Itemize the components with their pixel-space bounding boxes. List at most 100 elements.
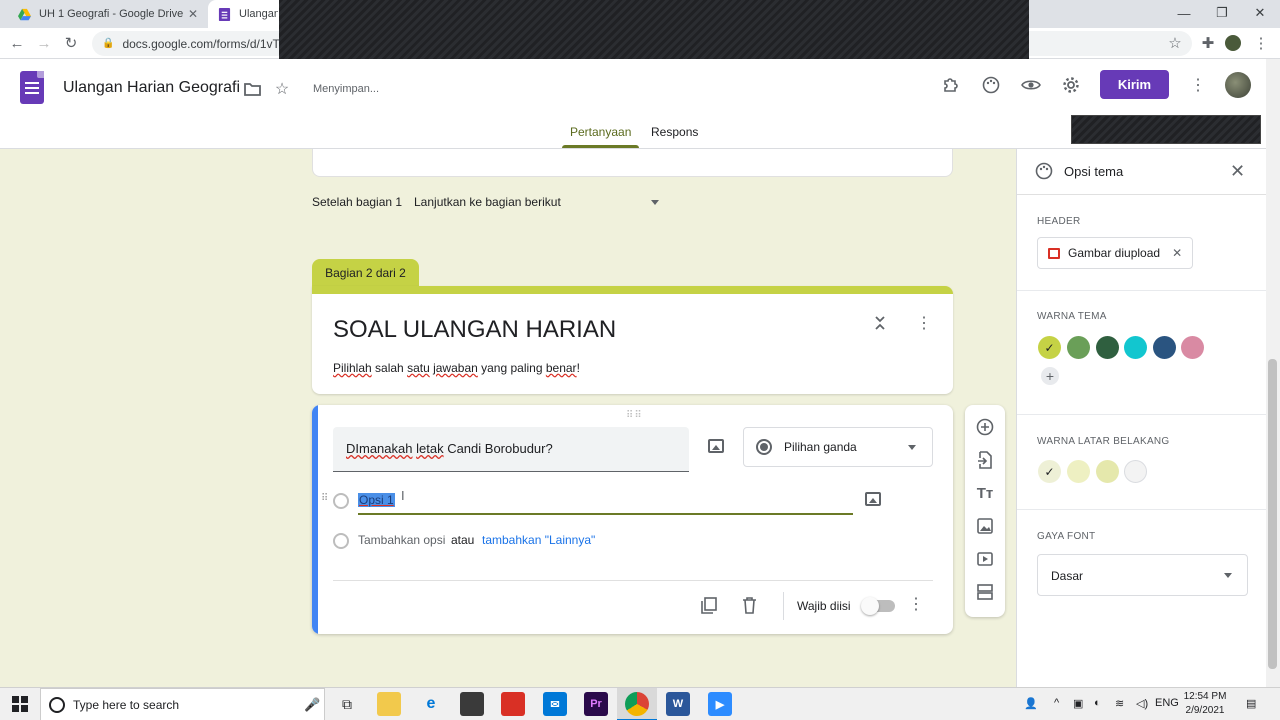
browser-tab-forms[interactable]: Ulangan H	[208, 0, 288, 28]
more-options-icon[interactable]: ⋮	[1187, 74, 1209, 96]
required-toggle[interactable]	[861, 597, 895, 615]
header-image-chip[interactable]: Gambar diupload ✕	[1037, 237, 1194, 269]
palette-icon[interactable]	[980, 74, 1002, 96]
theme-color-swatch-selected[interactable]: ✓	[1038, 336, 1061, 359]
account-avatar[interactable]	[1225, 72, 1251, 98]
tray-app-icon[interactable]: ▣	[1073, 697, 1083, 710]
theme-color-label: WARNA TEMA	[1037, 311, 1107, 322]
scrollbar-thumb[interactable]	[1268, 359, 1277, 669]
option-drag-handle-icon[interactable]: ⠿	[321, 493, 328, 504]
theme-color-swatch[interactable]	[1181, 336, 1204, 359]
preview-eye-icon[interactable]	[1020, 74, 1042, 96]
add-custom-color-icon[interactable]: +	[1041, 367, 1059, 385]
forward-icon[interactable]: →	[35, 34, 53, 52]
addons-puzzle-icon[interactable]	[940, 74, 962, 96]
add-option-link[interactable]: Tambahkan opsi	[358, 533, 445, 547]
minimize-icon[interactable]: —	[1165, 0, 1203, 26]
tray-chevron-icon[interactable]: ^	[1054, 697, 1059, 709]
section-header-card[interactable]: SOAL ULANGAN HARIAN Pilihlah salah satu …	[312, 286, 953, 394]
theme-color-swatch[interactable]	[1096, 336, 1119, 359]
word-icon[interactable]: W	[666, 692, 690, 716]
theme-color-swatch[interactable]	[1124, 336, 1147, 359]
tab-responses[interactable]: Respons	[651, 125, 698, 139]
remove-header-icon[interactable]: ✕	[1172, 246, 1182, 260]
dropdown-arrow-icon[interactable]	[651, 200, 659, 205]
divider	[1017, 414, 1267, 415]
chrome-menu-icon[interactable]: ⋮	[1252, 34, 1270, 52]
system-clock[interactable]: 12:54 PM 2/9/2021	[1180, 690, 1230, 718]
after-section-select[interactable]: Lanjutkan ke bagian berikut	[414, 195, 561, 209]
bookmark-star-icon[interactable]: ☆	[1166, 34, 1184, 52]
question-card[interactable]: ⠿⠿ DImanakah letak Candi Borobudur? Pili…	[312, 405, 953, 634]
theme-color-swatch[interactable]	[1153, 336, 1176, 359]
profile-avatar[interactable]	[1225, 35, 1241, 51]
cortana-icon	[49, 697, 65, 713]
bg-color-swatch[interactable]	[1096, 460, 1119, 483]
question-title-input[interactable]: DImanakah letak Candi Borobudur?	[333, 427, 689, 472]
send-button[interactable]: Kirim	[1100, 70, 1169, 99]
store-icon[interactable]	[460, 692, 484, 716]
chrome-icon[interactable]	[625, 692, 649, 716]
taskbar-search[interactable]: Type here to search 🎤	[40, 688, 325, 720]
notifications-icon[interactable]: ▤	[1246, 697, 1256, 710]
question-more-icon[interactable]: ⋮	[908, 597, 924, 613]
delete-trash-icon[interactable]	[742, 597, 757, 619]
folder-icon[interactable]	[241, 78, 263, 100]
add-question-icon[interactable]	[975, 417, 995, 437]
maximize-icon[interactable]: ❐	[1203, 0, 1241, 26]
theme-color-swatch[interactable]	[1067, 336, 1090, 359]
add-image-icon[interactable]	[708, 439, 724, 453]
section-description[interactable]: Pilihlah salah satu jawaban yang paling …	[333, 361, 580, 375]
collapse-icon[interactable]	[875, 316, 885, 333]
option-image-icon[interactable]	[865, 492, 881, 506]
close-panel-icon[interactable]: ✕	[1230, 161, 1245, 182]
duplicate-icon[interactable]	[701, 597, 717, 619]
search-placeholder: Type here to search	[73, 697, 180, 712]
premiere-icon[interactable]: Pr	[584, 692, 608, 716]
microphone-icon[interactable]: 🎤	[304, 697, 320, 713]
wifi-icon[interactable]: ≋	[1115, 697, 1124, 710]
tab-questions[interactable]: Pertanyaan	[570, 125, 631, 139]
browser-tab-drive[interactable]: UH 1 Geografi - Google Drive ✕	[8, 0, 208, 28]
star-icon[interactable]: ☆	[271, 78, 293, 100]
windows-taskbar: Type here to search 🎤 ⧉ e ✉ Pr W ▶ 👤 ^ ▣…	[0, 687, 1280, 720]
close-tab-icon[interactable]: ✕	[188, 7, 198, 21]
page-scrollbar[interactable]	[1266, 59, 1280, 687]
section-title[interactable]: SOAL ULANGAN HARIAN	[333, 316, 616, 344]
gift-app-icon[interactable]	[501, 692, 525, 716]
tray-app-icon[interactable]: ◐	[1094, 697, 1101, 709]
add-video-icon[interactable]	[975, 549, 995, 569]
question-type-select[interactable]: Pilihan ganda	[743, 427, 933, 467]
back-icon[interactable]: ←	[8, 34, 26, 52]
font-style-select[interactable]: Dasar	[1037, 554, 1248, 596]
desc-word: !	[576, 361, 580, 375]
form-title[interactable]: Ulangan Harian Geografi	[63, 79, 240, 97]
option-1-input[interactable]	[358, 489, 853, 515]
add-other-link[interactable]: tambahkan "Lainnya"	[482, 533, 595, 547]
task-view-icon[interactable]: ⧉	[335, 692, 359, 716]
add-title-text-icon[interactable]: Tт	[975, 483, 995, 503]
section-more-icon[interactable]: ⋮	[916, 316, 932, 332]
forms-logo-icon[interactable]	[20, 71, 44, 104]
file-explorer-icon[interactable]	[377, 692, 401, 716]
drag-handle-icon[interactable]: ⠿⠿	[626, 410, 643, 421]
add-section-icon[interactable]	[975, 582, 995, 602]
import-questions-icon[interactable]	[975, 450, 995, 470]
bg-color-swatch-selected[interactable]: ✓	[1038, 460, 1061, 483]
bg-color-swatch[interactable]	[1124, 460, 1147, 483]
zoom-icon[interactable]: ▶	[708, 692, 732, 716]
extensions-icon[interactable]: ✚	[1199, 34, 1217, 52]
mail-icon[interactable]: ✉	[543, 692, 567, 716]
windows-start-icon[interactable]	[12, 696, 28, 712]
volume-icon[interactable]: ◁)	[1136, 697, 1148, 710]
window-close-icon[interactable]: ✕	[1241, 0, 1279, 26]
reload-icon[interactable]: ↻	[62, 34, 80, 52]
edge-icon[interactable]: e	[419, 692, 443, 716]
people-icon[interactable]: 👤	[1024, 697, 1038, 710]
header-section-label: HEADER	[1037, 216, 1081, 227]
add-image-toolbar-icon[interactable]	[975, 516, 995, 536]
language-indicator[interactable]: ENG	[1155, 697, 1179, 709]
settings-gear-icon[interactable]	[1060, 74, 1082, 96]
desc-word: Pilihlah	[333, 361, 372, 375]
bg-color-swatch[interactable]	[1067, 460, 1090, 483]
